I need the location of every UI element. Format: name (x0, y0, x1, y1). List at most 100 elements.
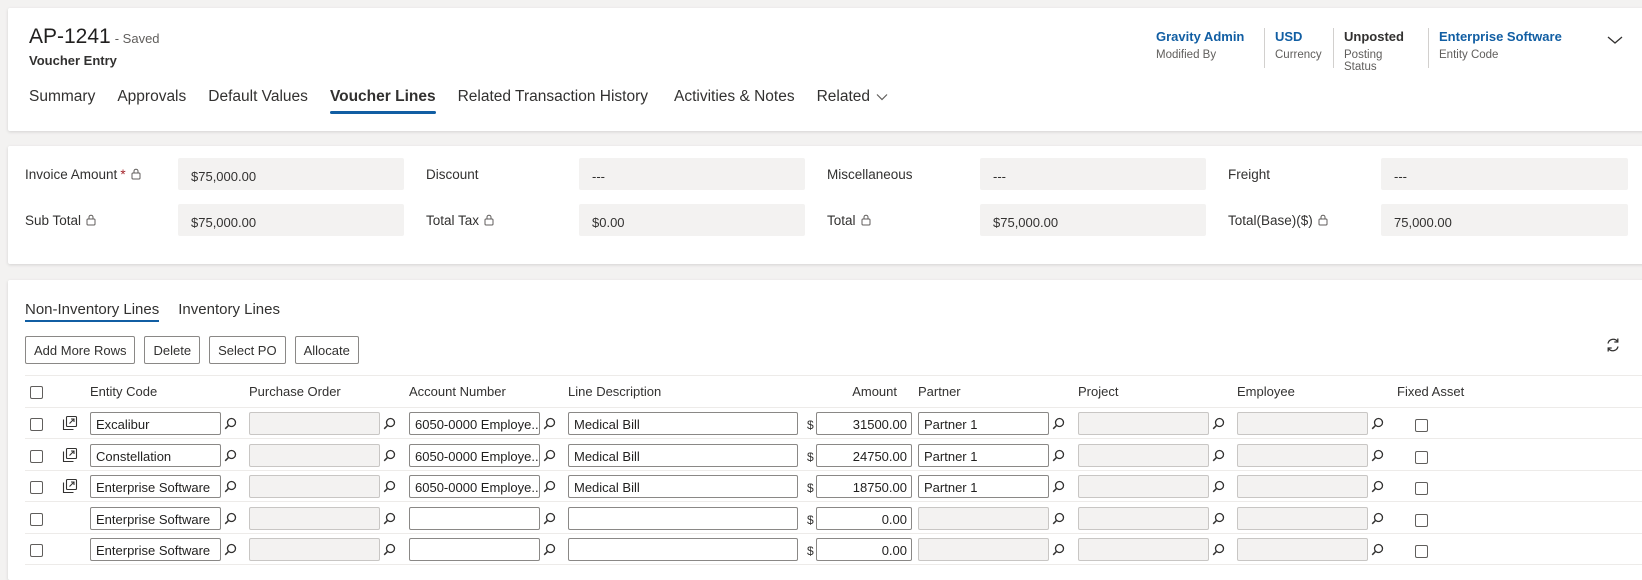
row-checkbox[interactable] (30, 481, 43, 494)
column-employee[interactable]: Employee (1237, 384, 1295, 399)
entity-code-input[interactable]: Constellation (90, 443, 221, 467)
line-description-input[interactable]: Medical Bill (568, 475, 798, 498)
row-checkbox[interactable] (30, 418, 43, 431)
project-input[interactable] (1078, 538, 1209, 561)
purchase-order-input[interactable] (249, 538, 380, 561)
amount-input[interactable]: 31500.00 (816, 412, 912, 435)
project-input[interactable] (1078, 475, 1209, 498)
fixed-asset-checkbox[interactable] (1415, 545, 1428, 558)
employee-input[interactable] (1237, 506, 1368, 530)
search-icon[interactable] (540, 507, 558, 530)
partner-input[interactable]: Partner 1 (918, 443, 1049, 467)
search-icon[interactable] (540, 412, 558, 435)
search-icon[interactable] (1049, 475, 1067, 498)
partner-input[interactable] (918, 538, 1049, 561)
account-number-input[interactable]: 6050-0000 Employe... (409, 443, 540, 467)
search-icon[interactable] (380, 475, 398, 498)
miscellaneous-value[interactable]: --- (980, 158, 1206, 190)
search-icon[interactable] (221, 444, 239, 467)
tab-summary[interactable]: Summary (29, 88, 95, 114)
partner-input[interactable]: Partner 1 (918, 412, 1049, 435)
search-icon[interactable] (1368, 475, 1386, 498)
search-icon[interactable] (1368, 507, 1386, 530)
tab-related-transaction-history[interactable]: Related Transaction History (458, 88, 648, 114)
project-input[interactable] (1078, 412, 1209, 435)
search-icon[interactable] (221, 412, 239, 435)
currency-link[interactable]: USD (1275, 29, 1323, 44)
entity-code-input[interactable]: Enterprise Software (90, 475, 221, 498)
discount-value[interactable]: --- (579, 158, 805, 190)
employee-input[interactable] (1237, 538, 1368, 561)
employee-input[interactable] (1237, 412, 1368, 435)
search-icon[interactable] (1209, 538, 1227, 561)
tab-approvals[interactable]: Approvals (117, 88, 186, 114)
account-number-input[interactable]: 6050-0000 Employe... (409, 475, 540, 498)
tab-inventory-lines[interactable]: Inventory Lines (178, 301, 280, 321)
column-purchase-order[interactable]: Purchase Order (249, 384, 341, 399)
search-icon[interactable] (380, 507, 398, 530)
column-fixed-asset[interactable]: Fixed Asset (1397, 384, 1464, 399)
tab-related[interactable]: Related (817, 88, 888, 114)
purchase-order-input[interactable] (249, 506, 380, 530)
fixed-asset-checkbox[interactable] (1415, 450, 1428, 464)
row-checkbox[interactable] (30, 449, 43, 463)
project-input[interactable] (1078, 506, 1209, 530)
project-input[interactable] (1078, 443, 1209, 467)
entity-code-input[interactable]: Excalibur (90, 412, 221, 435)
search-icon[interactable] (1049, 507, 1067, 530)
search-icon[interactable] (1049, 444, 1067, 467)
allocate-button[interactable]: Allocate (294, 336, 359, 364)
fixed-asset-checkbox[interactable] (1415, 513, 1428, 527)
entity-code-input[interactable]: Enterprise Software (90, 538, 221, 561)
search-icon[interactable] (1209, 475, 1227, 498)
column-account-number[interactable]: Account Number (409, 384, 506, 399)
purchase-order-input[interactable] (249, 443, 380, 467)
amount-input[interactable]: 0.00 (816, 506, 912, 530)
open-record-icon[interactable] (62, 447, 78, 463)
line-description-input[interactable] (568, 538, 798, 561)
employee-input[interactable] (1237, 475, 1368, 498)
fixed-asset-checkbox[interactable] (1415, 419, 1428, 432)
employee-input[interactable] (1237, 443, 1368, 467)
select-all-checkbox[interactable] (30, 386, 43, 399)
search-icon[interactable] (221, 475, 239, 498)
search-icon[interactable] (540, 475, 558, 498)
search-icon[interactable] (1049, 538, 1067, 561)
freight-value[interactable]: --- (1381, 158, 1628, 190)
search-icon[interactable] (380, 538, 398, 561)
tab-activities-notes[interactable]: Activities & Notes (674, 88, 795, 114)
fixed-asset-checkbox[interactable] (1415, 482, 1428, 495)
search-icon[interactable] (221, 538, 239, 561)
column-entity-code[interactable]: Entity Code (90, 384, 157, 399)
entity-code-input[interactable]: Enterprise Software (90, 506, 221, 530)
line-description-input[interactable]: Medical Bill (568, 412, 798, 435)
tab-voucher-lines[interactable]: Voucher Lines (329, 88, 436, 114)
select-po-button[interactable]: Select PO (209, 336, 286, 364)
amount-input[interactable]: 24750.00 (816, 443, 912, 467)
amount-input[interactable]: 18750.00 (816, 475, 912, 498)
tab-default-values[interactable]: Default Values (208, 88, 308, 114)
search-icon[interactable] (1049, 412, 1067, 435)
tab-non-inventory-lines[interactable]: Non-Inventory Lines (25, 301, 160, 322)
delete-button[interactable]: Delete (144, 336, 201, 364)
partner-input[interactable]: Partner 1 (918, 475, 1049, 498)
column-partner[interactable]: Partner (918, 384, 961, 399)
expand-header-chevron-icon[interactable] (1606, 33, 1624, 47)
entity-code-link[interactable]: Enterprise Software (1439, 29, 1578, 44)
purchase-order-input[interactable] (249, 412, 380, 435)
modified-by-link[interactable]: Gravity Admin (1156, 29, 1254, 44)
search-icon[interactable] (221, 507, 239, 530)
partner-input[interactable] (918, 506, 1049, 530)
search-icon[interactable] (1209, 507, 1227, 530)
search-icon[interactable] (540, 444, 558, 467)
search-icon[interactable] (380, 412, 398, 435)
search-icon[interactable] (1368, 538, 1386, 561)
purchase-order-input[interactable] (249, 475, 380, 498)
line-description-input[interactable] (568, 506, 798, 530)
search-icon[interactable] (1368, 444, 1386, 467)
account-number-input[interactable] (409, 506, 540, 530)
line-description-input[interactable]: Medical Bill (568, 443, 798, 467)
column-project[interactable]: Project (1078, 384, 1118, 399)
account-number-input[interactable] (409, 538, 540, 561)
column-amount[interactable]: Amount (829, 384, 897, 399)
